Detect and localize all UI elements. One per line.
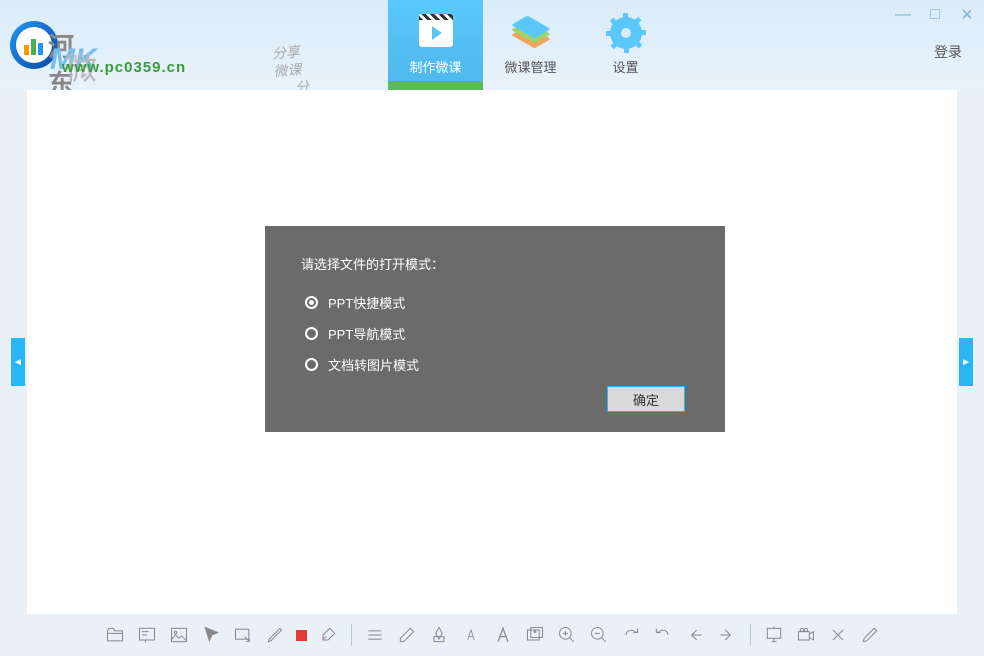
lines-icon[interactable] — [364, 624, 386, 646]
eraser-icon[interactable] — [396, 624, 418, 646]
left-panel-toggle[interactable]: ◄ — [11, 338, 25, 386]
radio-label: PPT快捷模式 — [328, 293, 405, 312]
radio-ppt-quick[interactable]: PPT快捷模式 — [305, 293, 689, 312]
edit-icon[interactable] — [859, 624, 881, 646]
window-controls: — □ × — [894, 6, 976, 24]
radio-label: 文档转图片模式 — [328, 355, 419, 374]
select-screen-icon[interactable] — [232, 624, 254, 646]
arrow-right-icon[interactable] — [716, 624, 738, 646]
maximize-button[interactable]: □ — [926, 6, 944, 24]
tab-label: 制作微课 — [409, 57, 461, 76]
main-tabs: 制作微课 微课管理 — [388, 0, 673, 90]
zoom-in-icon[interactable] — [556, 624, 578, 646]
zoom-out-icon[interactable] — [588, 624, 610, 646]
tab-label: 微课管理 — [504, 57, 556, 76]
presentation-icon[interactable] — [763, 624, 785, 646]
logo-area: 河东软件园 MK 微课慕课 www.pc0359.cn 分享微课 分享价值 — [0, 21, 58, 69]
bottom-toolbar — [0, 614, 984, 656]
open-mode-dialog: 请选择文件的打开模式： PPT快捷模式 PPT导航模式 文档转图片模式 确定 — [265, 226, 725, 432]
toolbar-divider — [351, 624, 352, 646]
tab-label: 设置 — [612, 57, 638, 76]
radio-icon — [305, 327, 318, 340]
shape-icon[interactable] — [428, 624, 450, 646]
pen-icon[interactable] — [264, 624, 286, 646]
minimize-button[interactable]: — — [894, 6, 912, 24]
image-icon[interactable] — [168, 624, 190, 646]
radio-icon — [305, 296, 318, 309]
layers-icon — [513, 15, 549, 51]
clapper-icon — [418, 15, 454, 51]
undo-icon[interactable] — [652, 624, 674, 646]
color-swatch-red[interactable] — [296, 630, 307, 641]
radio-ppt-nav[interactable]: PPT导航模式 — [305, 324, 689, 343]
left-panel: ◄ — [0, 90, 25, 614]
right-panel-toggle[interactable]: ► — [959, 338, 973, 386]
radio-doc-image[interactable]: 文档转图片模式 — [305, 355, 689, 374]
tab-create-course[interactable]: 制作微课 — [388, 0, 483, 90]
whiteboard-icon[interactable] — [136, 624, 158, 646]
tab-manage-course[interactable]: 微课管理 — [483, 0, 578, 90]
login-button[interactable]: 登录 — [934, 42, 962, 62]
close-button[interactable]: × — [958, 6, 976, 24]
text-large-icon[interactable] — [492, 624, 514, 646]
radio-icon — [305, 358, 318, 371]
toolbar-divider — [750, 624, 751, 646]
camera-icon[interactable] — [795, 624, 817, 646]
pointer-icon[interactable] — [200, 624, 222, 646]
redo-icon[interactable] — [620, 624, 642, 646]
arrow-left-icon[interactable] — [684, 624, 706, 646]
watermark-url: www.pc0359.cn — [62, 59, 186, 76]
confirm-button[interactable]: 确定 — [607, 386, 685, 412]
app-header: 河东软件园 MK 微课慕课 www.pc0359.cn 分享微课 分享价值 制作… — [0, 0, 984, 90]
dialog-title: 请选择文件的打开模式： — [301, 254, 689, 273]
clear-icon[interactable] — [827, 624, 849, 646]
radio-label: PPT导航模式 — [328, 324, 405, 343]
text-small-icon[interactable] — [460, 624, 482, 646]
brush-icon[interactable] — [317, 624, 339, 646]
radio-group: PPT快捷模式 PPT导航模式 文档转图片模式 — [305, 293, 689, 374]
folder-open-icon[interactable] — [104, 624, 126, 646]
tab-settings[interactable]: 设置 — [578, 0, 673, 90]
right-panel: ► — [959, 90, 984, 614]
gear-icon — [608, 15, 644, 51]
image-gallery-icon[interactable] — [524, 624, 546, 646]
